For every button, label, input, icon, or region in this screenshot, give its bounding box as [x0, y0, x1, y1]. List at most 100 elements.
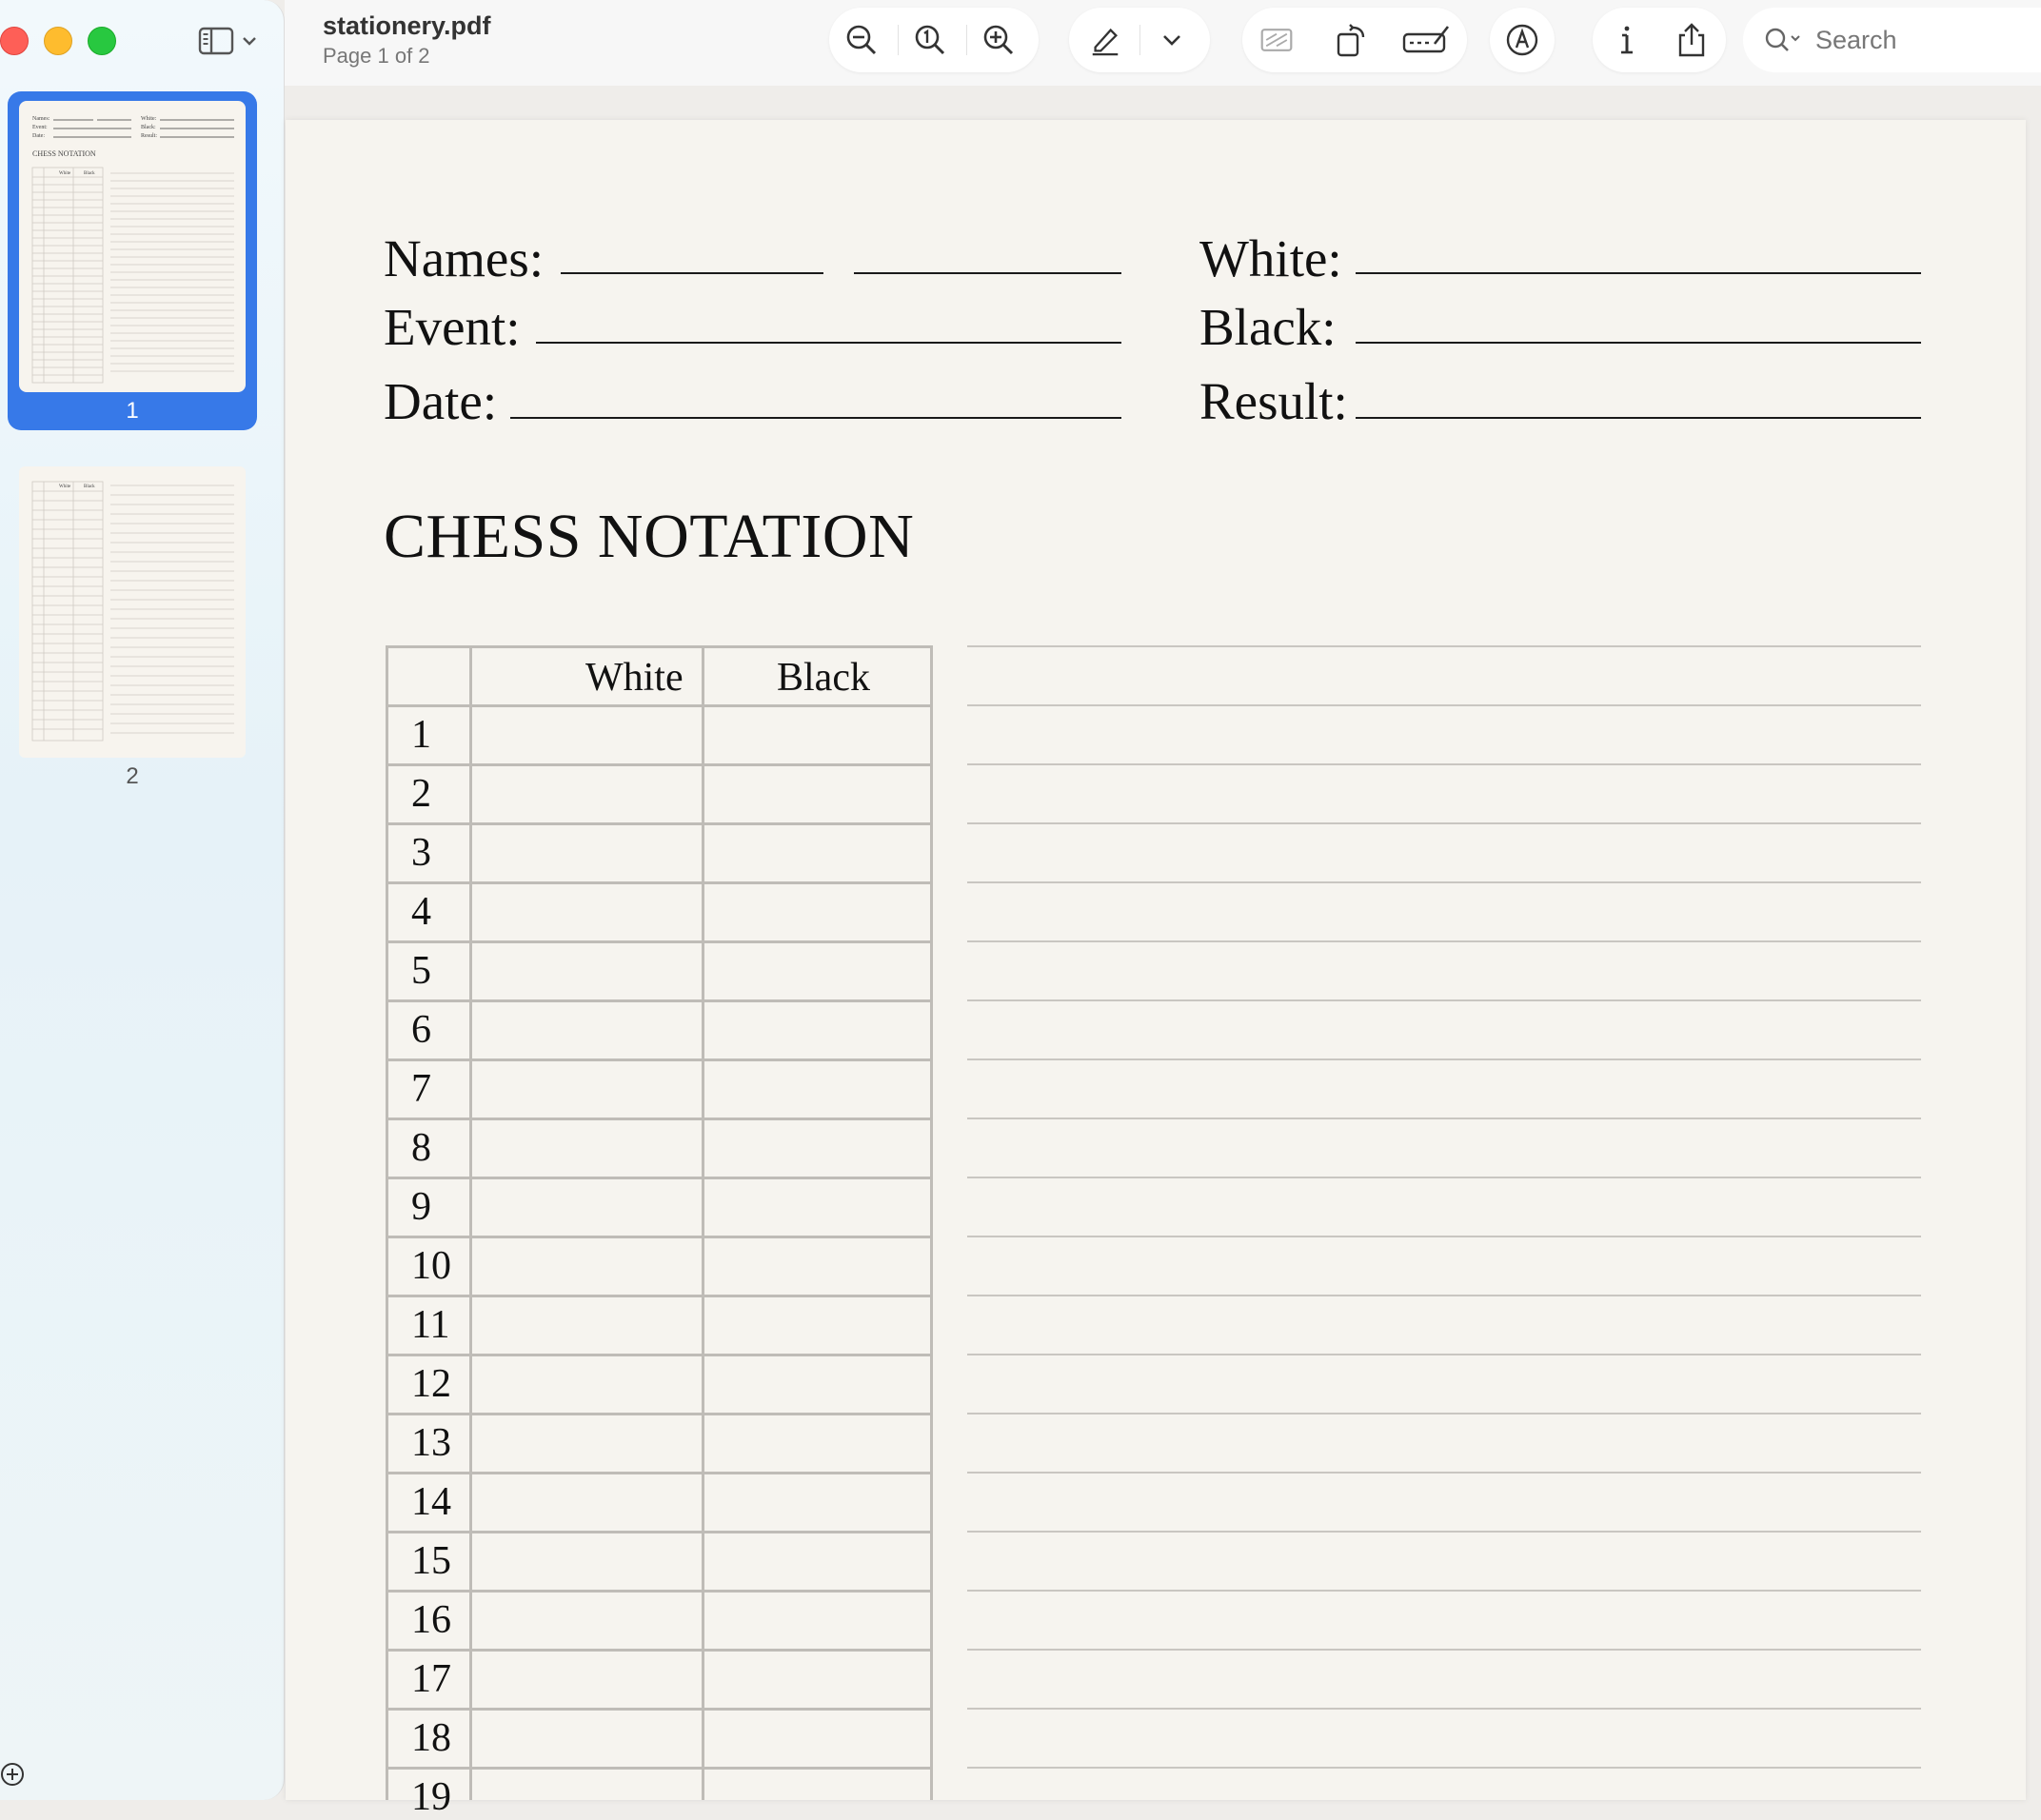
- zoom-in-button[interactable]: [981, 23, 1016, 57]
- svg-text:Black: Black: [84, 171, 95, 176]
- move-number: 18: [411, 1716, 451, 1760]
- move-number: 7: [411, 1067, 431, 1111]
- column-header-white: White: [585, 656, 684, 700]
- search-field[interactable]: Search: [1743, 8, 2041, 72]
- move-number: 10: [411, 1244, 451, 1288]
- black-player-label: Black:: [1199, 298, 1337, 356]
- table-grid-line: [386, 1058, 933, 1061]
- minimize-window-button[interactable]: [44, 27, 72, 55]
- svg-text:White:: White:: [141, 116, 157, 122]
- markup-controls: [1490, 8, 1555, 72]
- move-number: 8: [411, 1126, 431, 1170]
- move-number: 12: [411, 1362, 451, 1406]
- note-line: [967, 999, 1921, 1001]
- table-grid-line: [386, 1354, 933, 1356]
- note-line: [967, 1590, 1921, 1592]
- move-number: 17: [411, 1657, 451, 1701]
- markup-icon: [1506, 24, 1538, 56]
- white-player-line: [1356, 272, 1921, 274]
- table-grid-line: [930, 645, 933, 1800]
- actual-size-button[interactable]: [913, 23, 947, 57]
- result-label: Result:: [1199, 372, 1348, 430]
- markup-button[interactable]: [1505, 23, 1539, 57]
- column-header-black: Black: [777, 656, 870, 700]
- move-number: 14: [411, 1480, 451, 1524]
- move-number: 13: [411, 1421, 451, 1465]
- move-number: 16: [411, 1598, 451, 1642]
- move-number: 4: [411, 890, 431, 934]
- note-line: [967, 763, 1921, 765]
- svg-text:Black:: Black:: [141, 125, 156, 130]
- thumbnail-page-2[interactable]: White Black: [19, 466, 246, 758]
- note-line: [967, 704, 1921, 706]
- move-number: 19: [411, 1775, 451, 1819]
- note-line: [967, 1708, 1921, 1710]
- note-line: [967, 1472, 1921, 1474]
- table-grid-line: [386, 1118, 933, 1120]
- note-line: [967, 1058, 1921, 1060]
- note-line: [967, 1236, 1921, 1237]
- date-label: Date:: [384, 372, 498, 430]
- share-icon: [1678, 23, 1705, 57]
- note-line: [967, 1649, 1921, 1651]
- form-fill-button[interactable]: [1402, 23, 1452, 57]
- close-window-button[interactable]: [0, 27, 29, 55]
- svg-text:Event:: Event:: [32, 125, 48, 130]
- sidebar-toggle-button[interactable]: [198, 23, 263, 59]
- info-share-controls: [1593, 8, 1726, 72]
- date-line: [510, 417, 1121, 419]
- note-line: [967, 1767, 1921, 1769]
- thumbnail-page-1[interactable]: Names: Event: Date: White: Black: Result: CH…: [8, 91, 257, 430]
- zoom-controls: [829, 8, 1039, 72]
- note-line: [967, 1413, 1921, 1414]
- highlight-options-button[interactable]: [1155, 23, 1189, 57]
- actual-size-icon: [915, 25, 945, 55]
- table-grid-line: [386, 999, 933, 1002]
- add-page-button[interactable]: [0, 1761, 27, 1792]
- chevron-down-icon: [1163, 35, 1180, 46]
- thumbnail-page-number: 1: [126, 398, 139, 424]
- note-line: [967, 881, 1921, 883]
- names-line-1: [561, 272, 823, 274]
- plus-circle-icon: [1, 1763, 24, 1786]
- move-number: 15: [411, 1539, 451, 1583]
- names-line-2: [854, 272, 1121, 274]
- table-grid-line: [386, 1531, 933, 1533]
- table-grid-line: [386, 645, 933, 648]
- table-grid-line: [386, 881, 933, 884]
- table-grid-line: [469, 645, 472, 1800]
- toolbar: stationery.pdf Page 1 of 2 Search: [285, 0, 2041, 86]
- table-grid-line: [386, 1472, 933, 1474]
- result-line: [1356, 417, 1921, 419]
- table-grid-line: [386, 645, 388, 1800]
- chevron-down-icon: [243, 37, 256, 46]
- crop-button[interactable]: [1259, 23, 1294, 57]
- table-grid-line: [386, 1767, 933, 1770]
- rotate-button[interactable]: [1334, 23, 1368, 57]
- move-number: 2: [411, 772, 431, 816]
- thumbnail-page-number: 2: [126, 763, 139, 789]
- move-number: 11: [411, 1303, 450, 1347]
- svg-text:Date:: Date:: [32, 133, 45, 139]
- sidebar-icon: [198, 27, 234, 55]
- zoom-out-icon: [846, 25, 877, 55]
- svg-text:Result:: Result:: [141, 133, 157, 139]
- info-icon: [1621, 26, 1633, 54]
- share-button[interactable]: [1674, 23, 1709, 57]
- highlight-button[interactable]: [1088, 23, 1122, 57]
- table-grid-line: [386, 1295, 933, 1297]
- note-line: [967, 1354, 1921, 1355]
- zoom-window-button[interactable]: [88, 27, 116, 55]
- event-line: [536, 342, 1121, 344]
- table-grid-line: [386, 1177, 933, 1179]
- page-heading: CHESS NOTATION: [384, 502, 915, 571]
- rotate-icon: [1337, 24, 1365, 57]
- table-grid-line: [386, 1590, 933, 1592]
- names-label: Names:: [384, 229, 545, 287]
- move-number: 6: [411, 1008, 431, 1052]
- edit-controls: [1242, 8, 1467, 72]
- table-grid-line: [386, 1236, 933, 1238]
- move-number: 5: [411, 949, 431, 993]
- info-button[interactable]: [1610, 23, 1644, 57]
- zoom-out-button[interactable]: [844, 23, 879, 57]
